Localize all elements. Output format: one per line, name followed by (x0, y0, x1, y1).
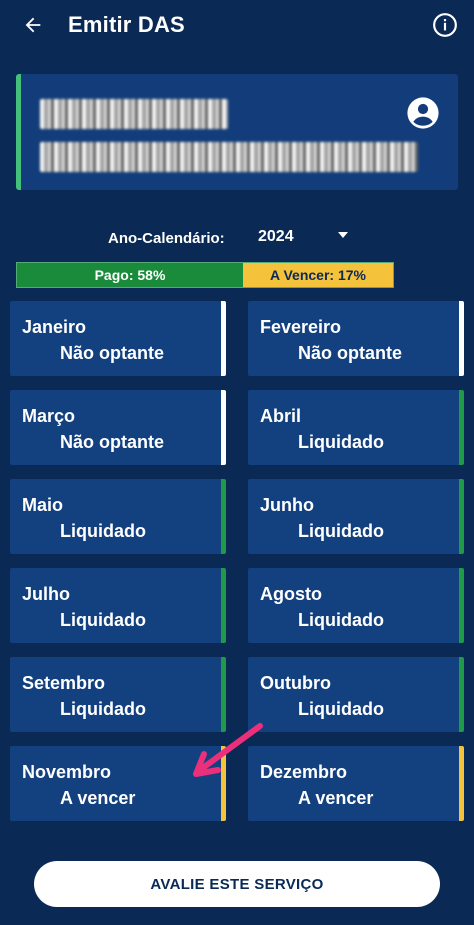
month-status: Liquidado (60, 610, 146, 630)
month-status: Liquidado (298, 432, 384, 452)
month-status: Não optante (60, 432, 165, 452)
account-circle-icon[interactable] (406, 96, 440, 130)
month-card-outubro[interactable]: Outubro Liquidado (248, 657, 464, 732)
app-header: Emitir DAS (0, 0, 474, 54)
year-row: Ano-Calendário: 2024 (0, 224, 474, 250)
progress-paid: Pago: 58% (17, 263, 243, 287)
month-status: Não optante (60, 343, 165, 363)
month-name: Julho (22, 584, 70, 604)
month-status: Liquidado (298, 610, 384, 630)
info-button[interactable] (430, 10, 460, 40)
month-card-dezembro[interactable]: Dezembro A vencer (248, 746, 464, 821)
month-name: Janeiro (22, 317, 87, 337)
progress-due: A Vencer: 17% (243, 263, 393, 287)
month-name: Junho (260, 495, 314, 515)
info-icon (433, 13, 457, 37)
month-card-junho[interactable]: Junho Liquidado (248, 479, 464, 554)
payment-progress-bar: Pago: 58% A Vencer: 17% (16, 262, 394, 288)
month-name: Março (22, 406, 76, 426)
month-status: Liquidado (60, 699, 146, 719)
month-card-agosto[interactable]: Agosto Liquidado (248, 568, 464, 643)
chevron-down-icon (338, 232, 348, 238)
page-title: Emitir DAS (68, 12, 185, 37)
rate-service-button[interactable]: AVALIE ESTE SERVIÇO (34, 861, 440, 907)
month-card-fevereiro[interactable]: Fevereiro Não optante (248, 301, 464, 376)
month-status: Liquidado (298, 699, 384, 719)
month-status: Liquidado (298, 521, 384, 541)
profile-card (16, 74, 458, 190)
arrow-left-icon (25, 17, 41, 33)
back-button[interactable] (18, 10, 48, 40)
year-value: 2024 (258, 228, 294, 245)
month-card-setembro[interactable]: Setembro Liquidado (10, 657, 226, 732)
month-name: Novembro (22, 762, 112, 782)
annotation-arrow-icon (193, 723, 263, 777)
month-status: Não optante (298, 343, 403, 363)
month-name: Dezembro (260, 762, 348, 782)
month-status: A vencer (60, 788, 136, 808)
month-name: Maio (22, 495, 64, 515)
month-name: Outubro (260, 673, 331, 693)
month-status: Liquidado (60, 521, 146, 541)
redacted-id (40, 142, 418, 172)
year-label: Ano-Calendário: (108, 230, 225, 247)
month-card-abril[interactable]: Abril Liquidado (248, 390, 464, 465)
month-name: Fevereiro (260, 317, 342, 337)
month-card-maio[interactable]: Maio Liquidado (10, 479, 226, 554)
month-card-janeiro[interactable]: Janeiro Não optante (10, 301, 226, 376)
month-status: A vencer (298, 788, 374, 808)
month-name: Setembro (22, 673, 106, 693)
month-card-marco[interactable]: Março Não optante (10, 390, 226, 465)
month-card-julho[interactable]: Julho Liquidado (10, 568, 226, 643)
month-name: Abril (260, 406, 302, 426)
month-name: Agosto (260, 584, 322, 604)
year-dropdown[interactable]: 2024 (258, 226, 358, 250)
redacted-name (40, 99, 228, 129)
